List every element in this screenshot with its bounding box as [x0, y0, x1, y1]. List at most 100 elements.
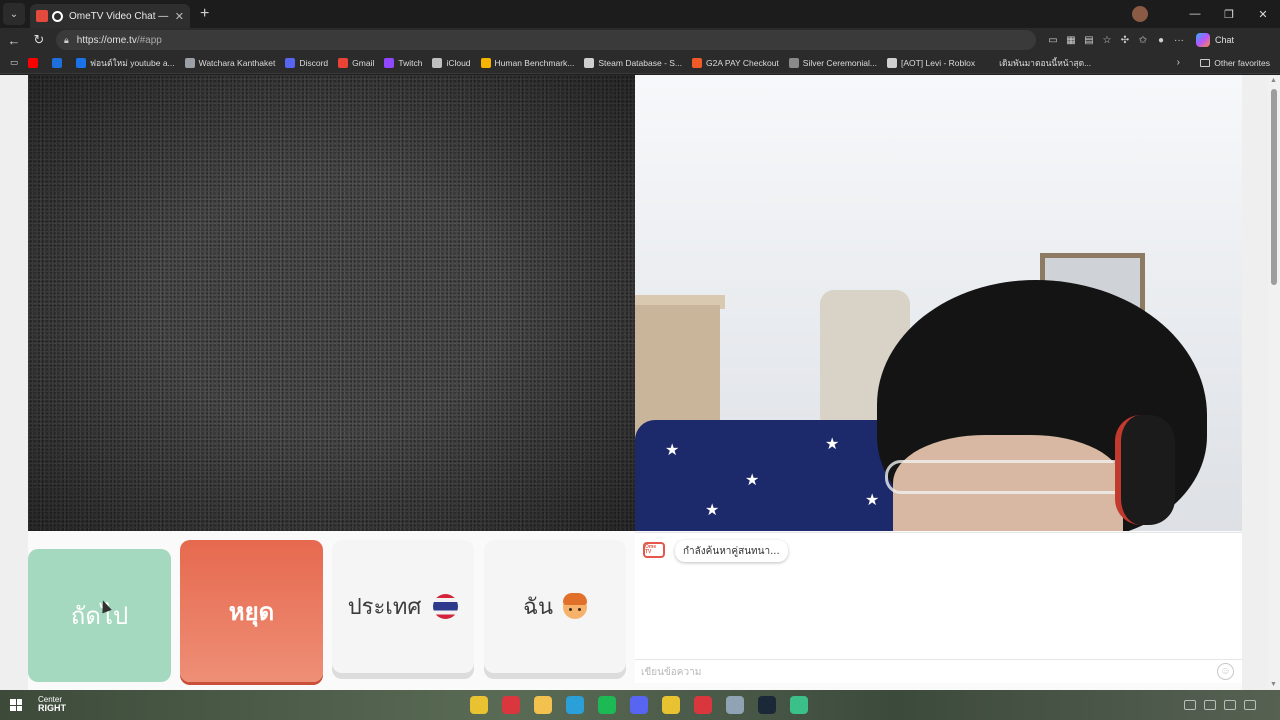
star-icon: ★ — [745, 472, 760, 489]
bookmarks-toggle-icon[interactable]: ▭ — [10, 57, 18, 68]
wifi-icon[interactable] — [1204, 700, 1216, 710]
emoji-icon[interactable]: ☺ — [1217, 663, 1234, 680]
next-button[interactable]: ถัดไป — [28, 549, 171, 682]
bookmark-item[interactable]: ฟอนต์ใหม่ youtube a... — [76, 56, 175, 70]
bookmark-label: G2A PAY Checkout — [706, 57, 779, 68]
profile-avatar[interactable] — [1132, 6, 1148, 22]
page-scrollbar[interactable]: ▲ ▼ — [1268, 75, 1280, 690]
bookmark-label: Human Benchmark... — [494, 57, 575, 68]
bookmark-item[interactable]: [AOT] Levi - Roblox — [886, 57, 976, 68]
spotify-icon[interactable] — [598, 696, 616, 714]
bookmark-item[interactable] — [52, 57, 66, 68]
bookmark-label: Discord — [299, 57, 329, 68]
star-icon: ★ — [665, 442, 680, 459]
lock-icon[interactable]: 🔒︎ — [64, 35, 69, 46]
bookmark-favicon-icon — [52, 57, 63, 68]
tab-actions-menu[interactable]: ⌄ — [3, 3, 25, 25]
scroll-down-icon[interactable]: ▼ — [1270, 681, 1277, 688]
bookmark-item[interactable]: Twitch — [384, 57, 422, 68]
app-red-2-icon[interactable] — [694, 696, 712, 714]
bookmark-item[interactable]: Steam Database - S... — [584, 57, 682, 68]
battery-icon[interactable] — [1244, 700, 1256, 710]
minimize-icon[interactable]: — — [1178, 8, 1212, 20]
file-explorer-icon[interactable] — [534, 696, 552, 714]
back-icon[interactable]: ← — [3, 33, 25, 48]
tab-ometv[interactable]: OmeTV Video Chat — Omegle ✕ — [30, 4, 190, 28]
chrome-2-icon[interactable] — [662, 696, 680, 714]
bookmark-item[interactable]: iCloud — [432, 57, 471, 68]
other-favorites[interactable]: Other favorites — [1200, 58, 1270, 68]
bookmark-label: Gmail — [352, 57, 375, 68]
chat-input-bar: ☺ — [635, 659, 1242, 683]
bookmark-favicon-icon — [184, 57, 195, 68]
new-tab-button[interactable]: + — [200, 5, 209, 23]
scroll-thumb[interactable] — [1271, 89, 1277, 285]
scroll-up-icon[interactable]: ▲ — [1270, 77, 1277, 84]
tab-close-icon[interactable]: ✕ — [175, 10, 184, 23]
country-button-label: ประเทศ — [347, 595, 422, 620]
copilot-icon — [1196, 33, 1210, 47]
video-person-glasses — [885, 460, 1135, 494]
more-menu-icon[interactable]: ··· — [1170, 35, 1188, 46]
bookmark-item[interactable]: เดิมพันมาตอนนี้หน้าสุด... — [985, 56, 1091, 70]
boy-emoji-icon — [563, 592, 588, 619]
star-icon: ★ — [865, 492, 880, 509]
steam-icon[interactable] — [758, 696, 776, 714]
windows-start-icon[interactable] — [10, 699, 22, 711]
favorites-icon[interactable]: ✩ — [1134, 35, 1152, 46]
system-tray — [1176, 690, 1270, 720]
tab-favicon-icon — [36, 10, 48, 22]
volume-icon[interactable] — [1224, 700, 1236, 710]
copilot-chat-button[interactable]: Chat — [1196, 33, 1234, 47]
bookmark-favicon-icon — [338, 57, 349, 68]
profile-icon[interactable]: ● — [1152, 35, 1170, 46]
folder-icon — [1200, 58, 1211, 67]
bookmark-label: [AOT] Levi - Roblox — [900, 57, 976, 68]
app-green-icon[interactable] — [790, 696, 808, 714]
ometv-app: ★ ★ ★ ★ ★ ถัดไป หยุด ประเทศ ฉัน Ome TV ก… — [28, 75, 1242, 690]
bookmark-favicon-icon — [985, 57, 996, 68]
page: ★ ★ ★ ★ ★ ถัดไป หยุด ประเทศ ฉัน Ome TV ก… — [0, 75, 1280, 690]
chat-message-input[interactable] — [641, 664, 1201, 680]
bookmark-item[interactable]: Watchara Kanthaket — [184, 57, 276, 68]
tab-title: OmeTV Video Chat — Omegle — [69, 10, 171, 22]
camera-icon[interactable]: ▭ — [1044, 35, 1062, 46]
close-window-icon[interactable]: ✕ — [1246, 8, 1280, 21]
bookmark-favicon-icon — [886, 57, 897, 68]
tab-loading-icon — [52, 10, 63, 22]
star-icon: ★ — [705, 502, 720, 519]
discord-icon[interactable] — [630, 696, 648, 714]
thailand-flag-icon — [433, 594, 459, 619]
app-red-icon[interactable] — [502, 696, 520, 714]
apps-icon[interactable]: ▦ — [1062, 35, 1080, 46]
bookmark-label: Watchara Kanthaket — [198, 57, 276, 68]
bookmark-favicon-icon — [480, 57, 491, 68]
chrome-icon[interactable] — [470, 696, 488, 714]
app-grey-icon[interactable] — [726, 696, 744, 714]
bookmark-favicon-icon — [432, 57, 443, 68]
refresh-icon[interactable]: ↻ — [28, 32, 50, 48]
me-button[interactable]: ฉัน — [484, 540, 626, 673]
stop-button[interactable]: หยุด — [180, 540, 323, 682]
extensions-icon[interactable]: ✣ — [1116, 35, 1134, 46]
bookmark-favicon-icon — [584, 57, 595, 68]
edge-icon[interactable] — [566, 696, 584, 714]
bookmark-label: iCloud — [446, 57, 471, 68]
bookmark-item[interactable]: Discord — [285, 57, 329, 68]
restore-icon[interactable]: ❐ — [1212, 8, 1246, 21]
bookmark-item[interactable]: Silver Ceremonial... — [788, 57, 877, 68]
bookmark-favicon-icon — [788, 57, 799, 68]
bookmark-item[interactable]: Human Benchmark... — [480, 57, 575, 68]
country-button[interactable]: ประเทศ — [332, 540, 474, 673]
reader-icon[interactable]: ▤ — [1080, 35, 1098, 46]
bookmark-item[interactable]: Gmail — [338, 57, 375, 68]
weather-line-2: RIGHT — [38, 703, 66, 714]
favorite-star-icon[interactable]: ☆ — [1098, 35, 1116, 46]
bookmarks-overflow-icon[interactable]: › — [1177, 57, 1180, 68]
toolbar-icons: ▭ ▦ ▤ ☆ ✣ ✩ ● ··· Chat — [1044, 33, 1234, 47]
bookmark-item[interactable] — [28, 57, 42, 68]
address-bar[interactable]: 🔒︎ https://ome.tv/#app — [56, 30, 1036, 50]
bookmark-item[interactable]: G2A PAY Checkout — [692, 57, 779, 68]
weather-widget[interactable]: Center RIGHT — [38, 695, 66, 715]
tray-icon[interactable] — [1184, 700, 1196, 710]
